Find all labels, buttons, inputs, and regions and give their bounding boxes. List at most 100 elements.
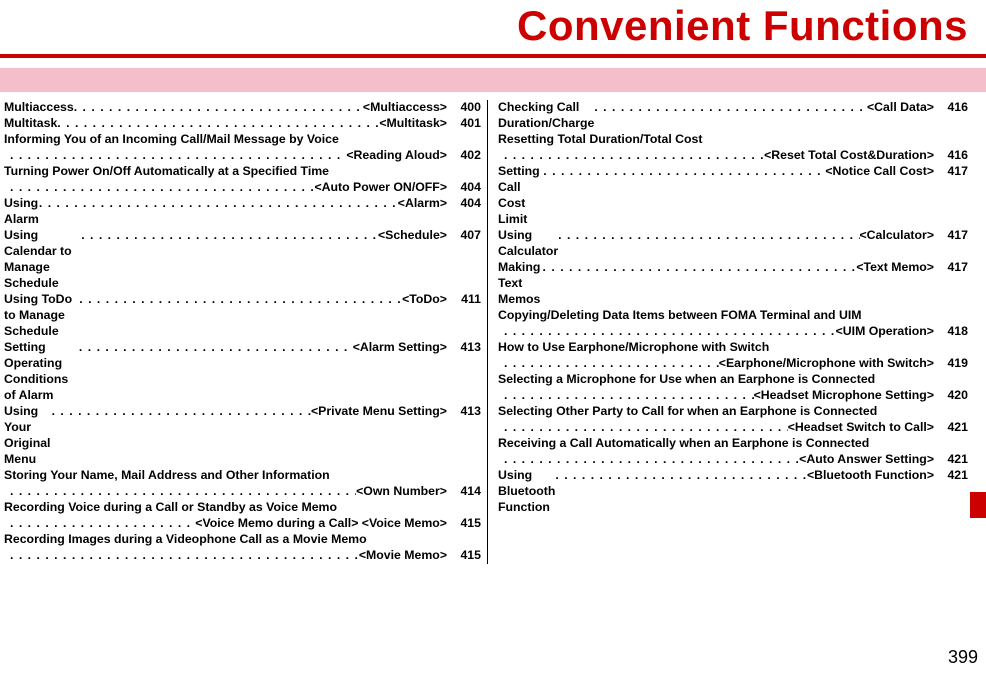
toc-right-column: Checking Call Duration/Charge <Call Data… <box>487 100 974 564</box>
toc-entry-page: 418 <box>934 324 968 340</box>
toc-dot-leader <box>52 404 311 468</box>
toc-entry: Using Alarm <Alarm>404 <box>4 196 481 228</box>
toc-dot-leader <box>504 388 754 404</box>
toc-entry-text: Recording Images during a Videophone Cal… <box>4 532 367 548</box>
toc-entry: Turning Power On/Off Automatically at a … <box>4 164 481 180</box>
toc-entry-page: 417 <box>934 260 968 308</box>
toc-entry-text: Turning Power On/Off Automatically at a … <box>4 164 329 180</box>
toc-entry-text: Checking Call Duration/Charge <box>498 100 594 132</box>
toc-entry-ref: <UIM Operation> <box>836 324 934 340</box>
toc-entry-text: How to Use Earphone/Microphone with Swit… <box>498 340 769 356</box>
toc-entry: Selecting a Microphone for Use when an E… <box>498 372 968 388</box>
toc-entry-text: Multiaccess <box>4 100 74 116</box>
toc-entry-text: Setting Operating Conditions of Alarm <box>4 340 79 404</box>
toc-entry-page: 404 <box>447 196 481 228</box>
toc-entry-page: 419 <box>934 356 968 372</box>
toc-entry-ref: <Alarm> <box>398 196 447 228</box>
side-tab-marker <box>970 492 986 518</box>
toc-entry-ref: <Alarm Setting> <box>353 340 447 404</box>
toc-dot-leader <box>555 468 807 516</box>
toc-entry-text: Receiving a Call Automatically when an E… <box>498 436 869 452</box>
toc-entry-page: 416 <box>934 148 968 164</box>
toc-entry-ref: <Private Menu Setting> <box>311 404 447 468</box>
toc-entry: <UIM Operation>418 <box>498 324 968 340</box>
toc-entry: Storing Your Name, Mail Address and Othe… <box>4 468 481 484</box>
toc-entry: Using Calculator <Calculator>417 <box>498 228 968 260</box>
toc-entry-text: Using Calendar to Manage Schedule <box>4 228 81 292</box>
toc-entry: Recording Images during a Videophone Cal… <box>4 532 481 548</box>
toc-entry-text: Storing Your Name, Mail Address and Othe… <box>4 468 330 484</box>
toc-entry-text: Multitask <box>4 116 57 132</box>
toc-left-column: Multiaccess <Multiaccess>400Multitask <M… <box>0 100 487 564</box>
toc-entry-ref: <Headset Switch to Call> <box>788 420 934 436</box>
toc-entry-ref: <Movie Memo> <box>359 548 447 564</box>
toc-entry-ref: <Headset Microphone Setting> <box>754 388 934 404</box>
toc-entry: Multitask <Multitask>401 <box>4 116 481 132</box>
toc-dot-leader <box>504 148 764 164</box>
toc-dot-leader <box>504 356 719 372</box>
toc-entry-text: Selecting Other Party to Call for when a… <box>498 404 877 420</box>
toc-dot-leader <box>504 420 788 436</box>
document-page: Convenient Functions Multiaccess <Multia… <box>0 0 986 676</box>
toc-dot-leader <box>79 340 353 404</box>
toc-entry-page: 415 <box>447 516 481 532</box>
toc-entry-page: 407 <box>447 228 481 292</box>
toc-entry-ref: <Call Data> <box>867 100 934 132</box>
toc-entry-ref: <Auto Power ON/OFF> <box>314 180 447 196</box>
toc-entry-text: Copying/Deleting Data Items between FOMA… <box>498 308 861 324</box>
toc-entry-text: Recording Voice during a Call or Standby… <box>4 500 337 516</box>
toc-dot-leader <box>74 100 363 116</box>
toc-entry: <Own Number>414 <box>4 484 481 500</box>
toc-entry-page: 404 <box>447 180 481 196</box>
toc-entry: Receiving a Call Automatically when an E… <box>498 436 968 452</box>
toc-entry: <Movie Memo>415 <box>4 548 481 564</box>
toc-entry-text: Using Calculator <box>498 228 558 260</box>
title-underline <box>0 54 986 58</box>
toc-entry: Resetting Total Duration/Total Cost <box>498 132 968 148</box>
toc-entry-page: 400 <box>447 100 481 116</box>
toc-columns: Multiaccess <Multiaccess>400Multitask <M… <box>0 100 986 564</box>
page-number: 399 <box>948 647 978 668</box>
toc-entry-page: 421 <box>934 420 968 436</box>
toc-entry-ref: <Bluetooth Function> <box>807 468 934 516</box>
toc-dot-leader <box>79 292 402 340</box>
toc-dot-leader <box>504 324 836 340</box>
toc-entry: <Headset Switch to Call>421 <box>498 420 968 436</box>
toc-entry-ref: <Calculator> <box>860 228 935 260</box>
toc-dot-leader <box>543 164 825 228</box>
toc-entry-ref: <Earphone/Microphone with Switch> <box>719 356 934 372</box>
toc-dot-leader <box>543 260 857 308</box>
toc-entry-ref: <Notice Call Cost> <box>825 164 934 228</box>
toc-entry-text: Using Bluetooth Function <box>498 468 555 516</box>
toc-entry-text: Making Text Memos <box>498 260 543 308</box>
toc-entry-ref: <Multiaccess> <box>363 100 447 116</box>
toc-entry: Setting Call Cost Limit <Notice Call Cos… <box>498 164 968 228</box>
toc-entry-page: 413 <box>447 404 481 468</box>
toc-entry-page: 421 <box>934 468 968 516</box>
toc-entry-text: Using ToDo to Manage Schedule <box>4 292 79 340</box>
toc-entry: <Voice Memo during a Call> <Voice Memo>4… <box>4 516 481 532</box>
toc-entry-ref: <Text Memo> <box>856 260 934 308</box>
toc-entry: <Auto Answer Setting>421 <box>498 452 968 468</box>
toc-entry: Informing You of an Incoming Call/Mail M… <box>4 132 481 148</box>
toc-entry-page: 417 <box>934 164 968 228</box>
toc-entry: How to Use Earphone/Microphone with Swit… <box>498 340 968 356</box>
toc-entry-page: 415 <box>447 548 481 564</box>
toc-entry-text: Informing You of an Incoming Call/Mail M… <box>4 132 339 148</box>
section-color-bar <box>0 68 986 92</box>
toc-dot-leader <box>10 148 346 164</box>
toc-dot-leader <box>504 452 799 468</box>
toc-entry-page: 414 <box>447 484 481 500</box>
toc-entry-ref: <Schedule> <box>378 228 447 292</box>
toc-dot-leader <box>594 100 867 132</box>
toc-entry-text: Using Alarm <box>4 196 39 228</box>
toc-dot-leader <box>10 548 359 564</box>
toc-entry-page: 416 <box>934 100 968 132</box>
toc-dot-leader <box>39 196 398 228</box>
toc-entry: Multiaccess <Multiaccess>400 <box>4 100 481 116</box>
toc-entry-ref: <Reset Total Cost&Duration> <box>764 148 934 164</box>
toc-dot-leader <box>81 228 378 292</box>
toc-dot-leader <box>57 116 379 132</box>
toc-entry-ref: <Own Number> <box>356 484 447 500</box>
toc-entry-text: Selecting a Microphone for Use when an E… <box>498 372 875 388</box>
